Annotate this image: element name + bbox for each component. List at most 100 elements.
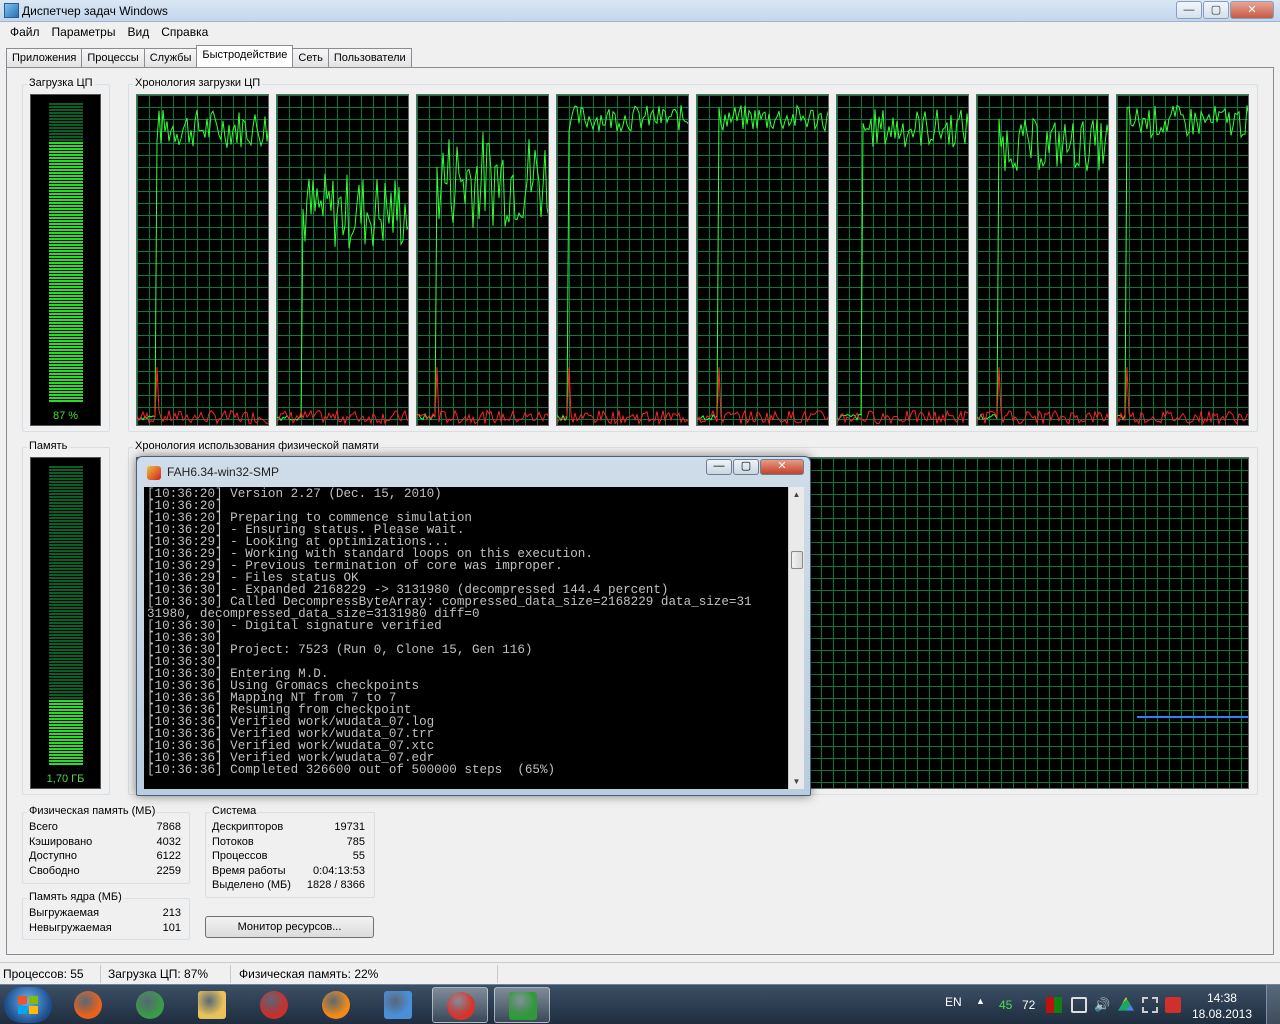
cpu-core-plot — [557, 105, 688, 425]
meter-segment — [49, 397, 83, 399]
taskbar-button[interactable] — [246, 987, 302, 1023]
meter-segment — [49, 586, 83, 588]
meter-segment — [49, 697, 83, 699]
start-button[interactable] — [4, 987, 52, 1023]
close-button[interactable]: ✕ — [1230, 1, 1274, 19]
meter-segment — [49, 706, 83, 708]
cpu-history-label: Хронология загрузки ЦП — [133, 77, 263, 89]
taskbar-button[interactable] — [122, 987, 178, 1023]
antivirus-icon[interactable] — [1165, 997, 1181, 1013]
tray-expand-icon[interactable]: ▲ — [976, 996, 985, 1006]
meter-segment — [49, 607, 83, 609]
taskbar-button[interactable] — [370, 987, 426, 1023]
tab-networking[interactable]: Сеть — [292, 48, 329, 67]
meter-segment — [49, 493, 83, 495]
meter-segment — [49, 139, 83, 141]
taskbar-button[interactable] — [494, 987, 550, 1023]
meter-segment — [49, 571, 83, 573]
meter-segment — [49, 751, 83, 753]
menu-view[interactable]: Вид — [121, 22, 155, 42]
menu-options[interactable]: Параметры — [46, 22, 122, 42]
memory-usage-value: 1,70 ГБ — [46, 773, 85, 785]
console-scrollbar[interactable]: ▲ ▼ — [788, 487, 804, 789]
meter-segment — [49, 325, 83, 327]
console-minimize-button[interactable]: — — [706, 459, 732, 475]
meter-segment — [49, 667, 83, 669]
taskbar-button[interactable] — [432, 987, 488, 1023]
meter-segment — [49, 331, 83, 333]
tray-monitor-icon[interactable] — [1046, 997, 1062, 1013]
meter-segment — [49, 157, 83, 159]
meter-segment — [49, 244, 83, 246]
meter-segment — [49, 361, 83, 363]
scroll-thumb[interactable] — [791, 551, 803, 569]
tab-services[interactable]: Службы — [143, 48, 198, 67]
task-manager-app-icon — [4, 3, 19, 18]
meter-segment — [49, 268, 83, 270]
cpu-core-plot — [277, 173, 408, 425]
meter-segment — [49, 490, 83, 492]
title-bar[interactable]: Диспетчер задач Windows — ▢ ✕ — [0, 0, 1280, 22]
cpu-core-plot — [837, 109, 968, 425]
meter-segment — [49, 598, 83, 600]
meter-segment — [49, 538, 83, 540]
meter-segment — [49, 184, 83, 186]
meter-segment — [49, 526, 83, 528]
network-icon[interactable] — [1142, 997, 1158, 1013]
meter-segment — [49, 376, 83, 378]
meter-segment — [49, 175, 83, 177]
tab-processes[interactable]: Процессы — [81, 48, 145, 67]
tab-users[interactable]: Пользователи — [327, 48, 412, 67]
volume-icon[interactable]: 🔊 — [1094, 997, 1110, 1013]
console-output[interactable]: [10:36:20] Version 2.27 (Dec. 15, 2010) [… — [144, 487, 794, 789]
console-maximize-button[interactable]: ▢ — [733, 459, 759, 475]
meter-segment — [49, 580, 83, 582]
tab-performance[interactable]: Быстродействие — [196, 45, 294, 67]
meter-segment — [49, 511, 83, 513]
meter-segment — [49, 343, 83, 345]
meter-segment — [49, 133, 83, 135]
meter-segment — [49, 148, 83, 150]
meter-segment — [49, 235, 83, 237]
resource-monitor-button[interactable]: Монитор ресурсов... — [205, 916, 374, 938]
meter-segment — [49, 109, 83, 111]
tray-device-icon[interactable] — [1071, 997, 1087, 1013]
taskbar-button[interactable] — [308, 987, 364, 1023]
meter-segment — [49, 535, 83, 537]
language-indicator[interactable]: EN — [945, 995, 962, 1009]
meter-segment — [49, 679, 83, 681]
meter-segment — [49, 274, 83, 276]
meter-segment — [49, 163, 83, 165]
tab-applications[interactable]: Приложения — [6, 48, 83, 67]
meter-segment — [49, 280, 83, 282]
menu-file[interactable]: Файл — [4, 22, 46, 42]
maximize-button[interactable]: ▢ — [1203, 1, 1229, 19]
cpu-usage-label: Загрузка ЦП — [27, 77, 95, 89]
meter-segment — [49, 670, 83, 672]
meter-segment — [49, 709, 83, 711]
meter-segment — [49, 382, 83, 384]
clock[interactable]: 14:38 18.08.2013 — [1192, 990, 1252, 1022]
cpu-core-graph — [836, 94, 969, 426]
taskbar-button[interactable] — [60, 987, 116, 1023]
meter-segment — [49, 247, 83, 249]
fah-console-window[interactable]: FAH6.34-win32-SMP — ▢ ✕ [10:36:20] Versi… — [136, 456, 811, 796]
cpu-kernel-line — [137, 367, 268, 425]
status-memory: Физическая память: 22% — [239, 967, 379, 981]
meter-segment — [49, 265, 83, 267]
scroll-down-icon[interactable]: ▼ — [789, 774, 804, 789]
meter-segment — [49, 118, 83, 120]
console-line: [10:36:36] Completed 326600 out of 50000… — [147, 763, 556, 777]
meter-segment — [49, 703, 83, 705]
menu-help[interactable]: Справка — [155, 22, 214, 42]
console-close-button[interactable]: ✕ — [760, 459, 804, 475]
show-desktop-button[interactable] — [1266, 985, 1280, 1024]
google-drive-icon[interactable] — [1118, 997, 1134, 1011]
cpu-core-graph — [696, 94, 829, 426]
cpu-core-graph — [556, 94, 689, 426]
taskbar-button[interactable] — [184, 987, 240, 1023]
minimize-button[interactable]: — — [1176, 1, 1202, 19]
cpu-core-graph — [976, 94, 1109, 426]
scroll-up-icon[interactable]: ▲ — [789, 487, 804, 502]
meter-segment — [49, 661, 83, 663]
